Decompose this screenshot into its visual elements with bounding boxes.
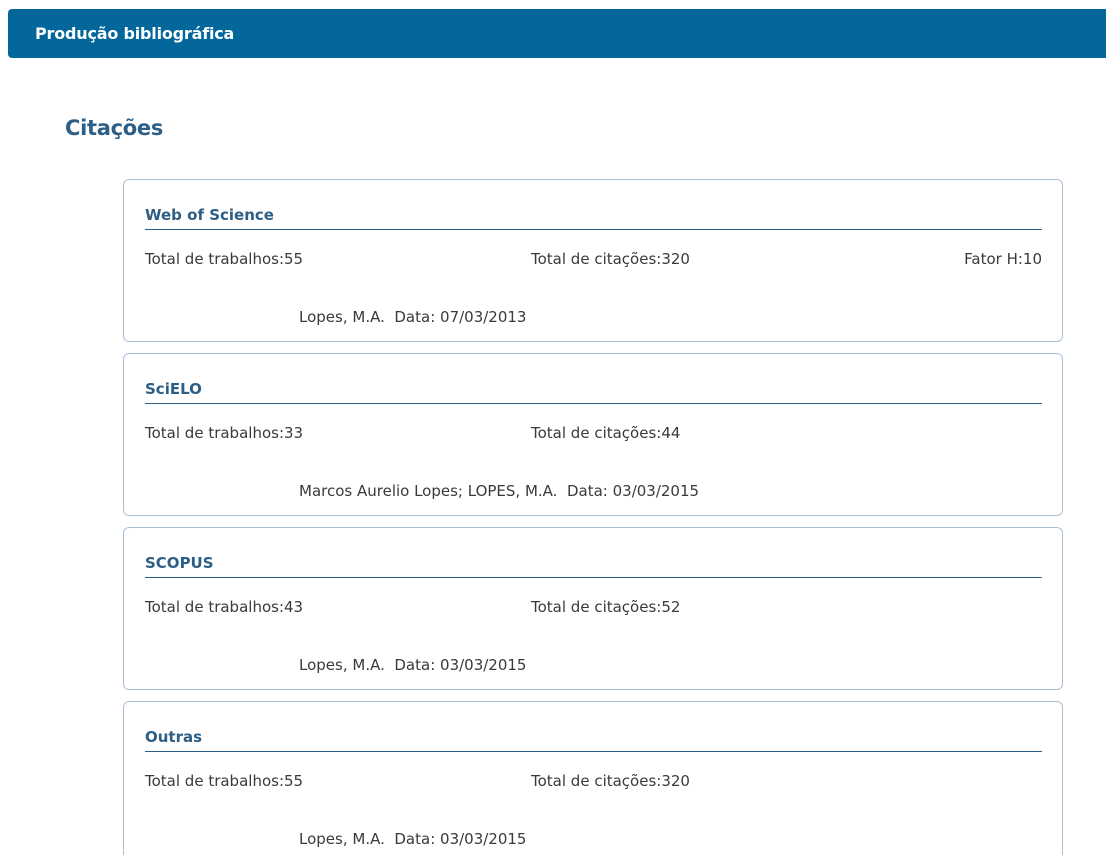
author-date-line: Lopes, M.A. Data: 03/03/2015 [299, 830, 527, 848]
section-header-producao-bibliografica[interactable]: Produção bibliográfica [8, 9, 1106, 58]
total-works: Total de trabalhos:55 [145, 772, 304, 790]
author-date-line: Lopes, M.A. Data: 03/03/2015 [299, 656, 527, 674]
card-title: Outras [145, 727, 1042, 752]
author-date-line: Marcos Aurelio Lopes; LOPES, M.A. Data: … [299, 482, 700, 500]
total-citations: Total de citações:320 [531, 250, 690, 268]
citation-card-scielo: SciELO Total de trabalhos:33 Total de ci… [123, 353, 1063, 516]
total-works: Total de trabalhos:55 [145, 250, 304, 268]
card-title: SCOPUS [145, 553, 1042, 578]
total-works: Total de trabalhos:43 [145, 598, 304, 616]
section-header-title: Produção bibliográfica [35, 24, 235, 43]
citation-card-web-of-science: Web of Science Total de trabalhos:55 Tot… [123, 179, 1063, 342]
citation-cards: Web of Science Total de trabalhos:55 Tot… [123, 179, 1063, 855]
subsection-title-citacoes: Citações [65, 116, 164, 140]
citation-card-scopus: SCOPUS Total de trabalhos:43 Total de ci… [123, 527, 1063, 690]
citation-card-outras: Outras Total de trabalhos:55 Total de ci… [123, 701, 1063, 855]
card-title: SciELO [145, 379, 1042, 404]
h-index: Fator H:10 [964, 250, 1042, 268]
card-title: Web of Science [145, 205, 1042, 230]
total-citations: Total de citações:44 [531, 424, 681, 442]
page: Produção bibliográfica Citações Web of S… [0, 0, 1106, 855]
total-citations: Total de citações:52 [531, 598, 681, 616]
total-works: Total de trabalhos:33 [145, 424, 304, 442]
author-date-line: Lopes, M.A. Data: 07/03/2013 [299, 308, 527, 326]
total-citations: Total de citações:320 [531, 772, 690, 790]
